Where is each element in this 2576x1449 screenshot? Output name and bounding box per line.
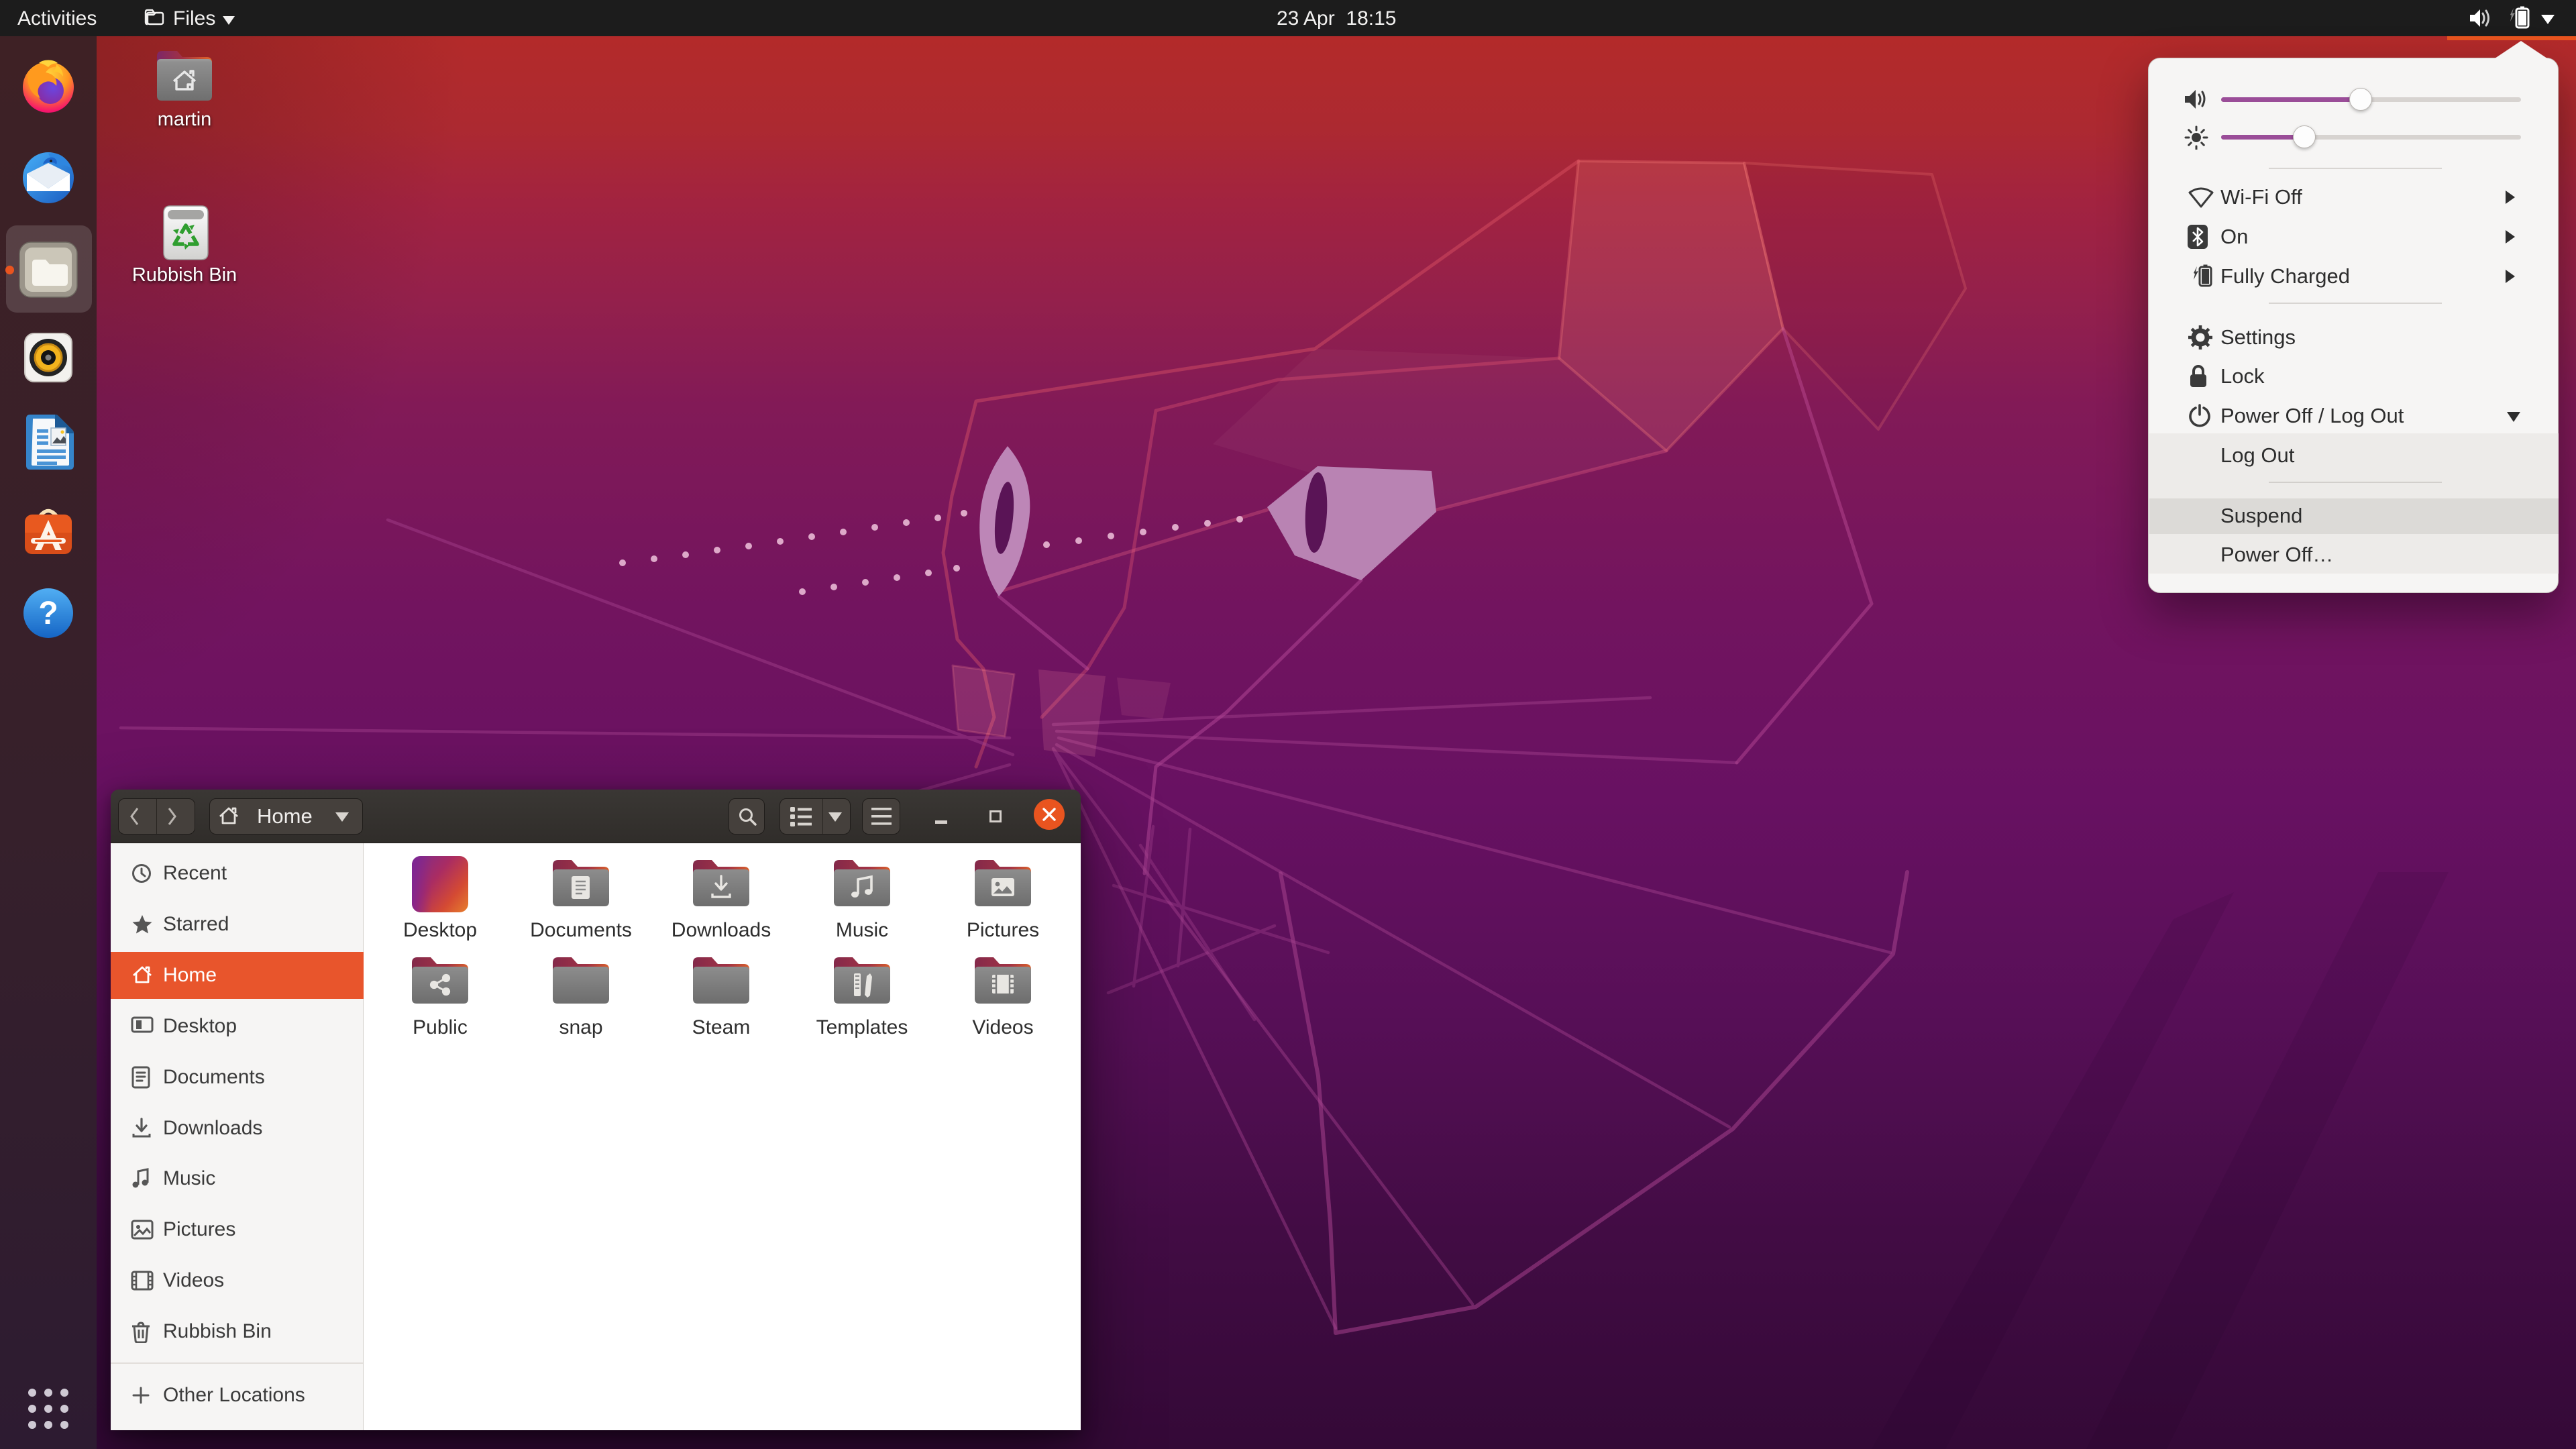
svg-text:?: ? bbox=[38, 596, 58, 631]
